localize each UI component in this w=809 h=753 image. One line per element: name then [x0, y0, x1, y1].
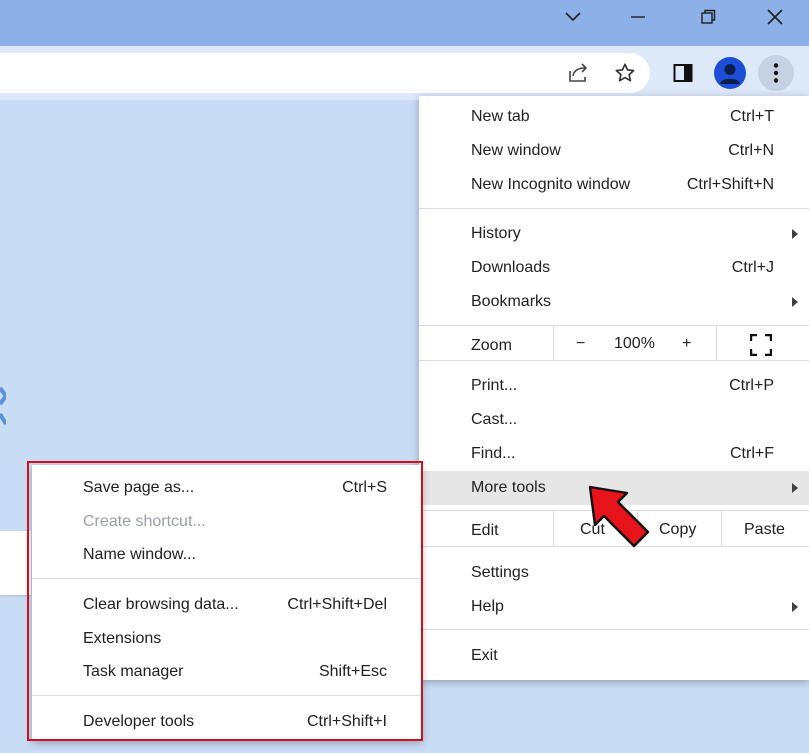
- menu-separator: [419, 360, 809, 361]
- zoom-divider: [716, 326, 717, 360]
- menu-item-label: Cast...: [471, 411, 518, 428]
- menu-item-new-tab[interactable]: New tab Ctrl+T: [419, 100, 809, 134]
- copy-button[interactable]: Copy: [659, 521, 696, 539]
- zoom-out-button[interactable]: −: [576, 335, 585, 353]
- menu-item-exit[interactable]: Exit: [419, 639, 809, 673]
- menu-item-label: Help: [471, 598, 504, 615]
- menu-item-history[interactable]: History: [419, 217, 809, 251]
- menu-item-label: Bookmarks: [471, 293, 552, 310]
- minimize-button[interactable]: [618, 6, 658, 28]
- fullscreen-icon: [749, 333, 773, 357]
- menu-item-label: New Incognito window: [471, 176, 631, 193]
- menu-item-shortcut: Ctrl+P: [729, 377, 774, 394]
- zoom-label: Zoom: [471, 337, 512, 354]
- annotation-arrow-icon: [588, 485, 650, 548]
- zoom-level: 100%: [614, 335, 655, 352]
- menu-item-label: Print...: [471, 377, 518, 394]
- bookmark-star-button[interactable]: [610, 59, 640, 87]
- paste-button[interactable]: Paste: [744, 521, 785, 539]
- page-logo-fragment: [0, 386, 9, 430]
- menu-item-shortcut: Ctrl+F: [730, 445, 774, 462]
- menu-separator: [419, 325, 809, 326]
- menu-item-downloads[interactable]: Downloads Ctrl+J: [419, 251, 809, 285]
- edit-divider: [553, 511, 554, 546]
- close-button[interactable]: [755, 6, 795, 28]
- restore-icon: [701, 9, 716, 24]
- menu-item-help[interactable]: Help: [419, 590, 809, 624]
- menu-item-settings[interactable]: Settings: [419, 556, 809, 590]
- menu-item-cast[interactable]: Cast...: [419, 403, 809, 437]
- menu-item-label: Exit: [471, 647, 498, 664]
- menu-item-label: More tools: [471, 479, 546, 496]
- close-icon: [767, 9, 783, 25]
- more-menu-button[interactable]: [758, 55, 794, 91]
- zoom-in-button[interactable]: +: [682, 335, 691, 353]
- profile-avatar-icon: [720, 64, 740, 84]
- menu-item-bookmarks[interactable]: Bookmarks: [419, 285, 809, 319]
- menu-item-label: Find...: [471, 445, 516, 462]
- bookmark-star-icon: [615, 63, 635, 82]
- edit-label: Edit: [471, 522, 499, 539]
- submenu-arrow-icon: [792, 229, 798, 239]
- menu-item-label: Downloads: [471, 259, 551, 276]
- share-button[interactable]: [563, 59, 593, 87]
- chrome-main-menu: New tab Ctrl+T New window Ctrl+N New Inc…: [419, 96, 809, 680]
- menu-item-label: Settings: [471, 564, 529, 581]
- address-bar[interactable]: [0, 53, 650, 93]
- annotation-outline: [27, 461, 423, 741]
- more-menu-icon: [773, 63, 779, 83]
- fullscreen-button[interactable]: [749, 333, 773, 357]
- chevron-down-icon: [565, 12, 581, 22]
- zoom-divider: [553, 326, 554, 360]
- menu-item-label: History: [471, 225, 521, 242]
- menu-item-shortcut: Ctrl+N: [728, 142, 774, 159]
- menu-item-new-window[interactable]: New window Ctrl+N: [419, 134, 809, 168]
- menu-separator: [419, 629, 809, 630]
- side-panel-button[interactable]: [668, 59, 698, 87]
- menu-separator: [419, 208, 809, 209]
- share-icon: [569, 63, 588, 82]
- menu-item-shortcut: Ctrl+T: [730, 108, 774, 125]
- menu-item-print[interactable]: Print... Ctrl+P: [419, 369, 809, 403]
- menu-item-shortcut: Ctrl+J: [731, 259, 774, 276]
- restore-button[interactable]: [688, 6, 728, 28]
- menu-item-new-incognito-window[interactable]: New Incognito window Ctrl+Shift+N: [419, 168, 809, 202]
- submenu-arrow-icon: [792, 297, 798, 307]
- submenu-arrow-icon: [792, 483, 798, 493]
- menu-item-find[interactable]: Find... Ctrl+F: [419, 437, 809, 471]
- side-panel-icon: [673, 64, 693, 82]
- minimize-icon: [631, 16, 645, 18]
- menu-item-label: New tab: [471, 108, 530, 125]
- menu-item-shortcut: Ctrl+Shift+N: [686, 176, 774, 193]
- menu-item-label: New window: [471, 142, 561, 159]
- profile-button[interactable]: [714, 57, 746, 89]
- edit-divider: [721, 511, 722, 546]
- tab-search-button[interactable]: [553, 6, 593, 28]
- submenu-arrow-icon: [792, 602, 798, 612]
